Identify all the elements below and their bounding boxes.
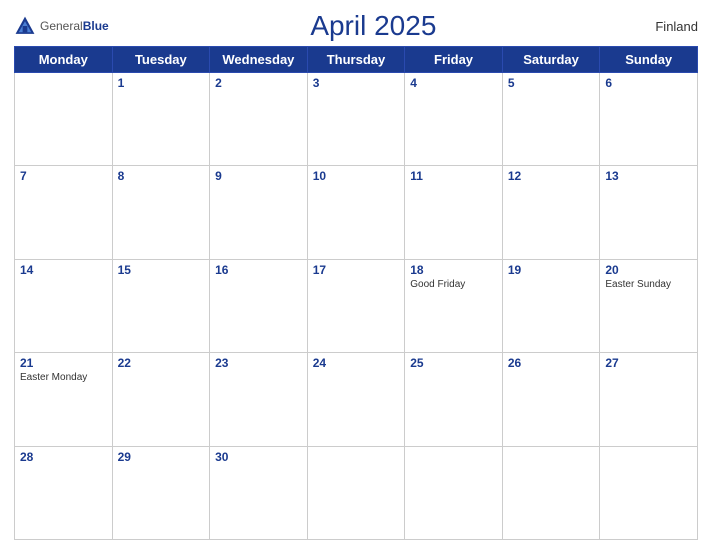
day-number: 8 <box>118 169 205 183</box>
day-cell: 15 <box>112 259 210 352</box>
day-cell: 9 <box>210 166 308 259</box>
day-cell: 1 <box>112 73 210 166</box>
day-cell: 19 <box>502 259 600 352</box>
header-saturday: Saturday <box>502 47 600 73</box>
day-cell: 11 <box>405 166 503 259</box>
day-number: 24 <box>313 356 400 370</box>
day-cell: 4 <box>405 73 503 166</box>
day-cell: 27 <box>600 353 698 446</box>
day-cell: 2 <box>210 73 308 166</box>
day-number: 5 <box>508 76 595 90</box>
day-number: 16 <box>215 263 302 277</box>
day-number: 10 <box>313 169 400 183</box>
calendar-title-area: April 2025 <box>109 10 638 42</box>
day-number: 9 <box>215 169 302 183</box>
day-number: 20 <box>605 263 692 277</box>
day-number: 29 <box>118 450 205 464</box>
day-number: 6 <box>605 76 692 90</box>
day-number: 1 <box>118 76 205 90</box>
logo-text: GeneralBlue <box>40 17 109 35</box>
day-cell: 20 Easter Sunday <box>600 259 698 352</box>
day-cell: 5 <box>502 73 600 166</box>
week-row-3: 14 15 16 17 18 Good Friday 19 20 Easter Sunday <box>15 259 698 352</box>
logo-general: General <box>40 19 83 33</box>
day-cell: 26 <box>502 353 600 446</box>
calendar-body: 123456789101112131415161718Good Friday19… <box>15 73 698 540</box>
day-number: 15 <box>118 263 205 277</box>
day-cell: 16 <box>210 259 308 352</box>
day-cell <box>15 73 113 166</box>
day-number: 4 <box>410 76 497 90</box>
day-cell: 28 <box>15 446 113 539</box>
day-cell <box>405 446 503 539</box>
day-cell: 18 Good Friday <box>405 259 503 352</box>
day-number: 18 <box>410 263 497 277</box>
day-cell <box>600 446 698 539</box>
logo-blue: Blue <box>83 19 109 33</box>
day-cell: 6 <box>600 73 698 166</box>
week-row-1: 123456 <box>15 73 698 166</box>
day-number: 13 <box>605 169 692 183</box>
day-cell: 14 <box>15 259 113 352</box>
week-row-2: 789 10 11 12 13 <box>15 166 698 259</box>
header-monday: Monday <box>15 47 113 73</box>
day-cell: 13 <box>600 166 698 259</box>
header-thursday: Thursday <box>307 47 405 73</box>
calendar-page: GeneralBlue April 2025 Finland Monday Tu… <box>0 0 712 550</box>
day-number: 12 <box>508 169 595 183</box>
week-row-4: 21 Easter Monday 22 23 24 25 26 27 <box>15 353 698 446</box>
day-number: 23 <box>215 356 302 370</box>
calendar-header: Monday Tuesday Wednesday Thursday Friday… <box>15 47 698 73</box>
header-friday: Friday <box>405 47 503 73</box>
day-number: 21 <box>20 356 107 370</box>
header-wednesday: Wednesday <box>210 47 308 73</box>
calendar-title: April 2025 <box>310 10 436 41</box>
country-label: Finland <box>638 19 698 34</box>
day-cell: 21 Easter Monday <box>15 353 113 446</box>
day-cell: 7 <box>15 166 113 259</box>
day-number: 3 <box>313 76 400 90</box>
day-number: 28 <box>20 450 107 464</box>
day-cell: 3 <box>307 73 405 166</box>
day-cell: 23 <box>210 353 308 446</box>
day-cell <box>502 446 600 539</box>
day-cell: 25 <box>405 353 503 446</box>
calendar-table: Monday Tuesday Wednesday Thursday Friday… <box>14 46 698 540</box>
day-number: 17 <box>313 263 400 277</box>
top-bar: GeneralBlue April 2025 Finland <box>14 10 698 42</box>
holiday-label: Good Friday <box>410 279 497 291</box>
day-cell: 30 <box>210 446 308 539</box>
header-tuesday: Tuesday <box>112 47 210 73</box>
day-cell: 17 <box>307 259 405 352</box>
day-cell: 8 <box>112 166 210 259</box>
day-cell: 10 <box>307 166 405 259</box>
day-number: 2 <box>215 76 302 90</box>
day-number: 26 <box>508 356 595 370</box>
holiday-label: Easter Sunday <box>605 279 692 291</box>
holiday-label: Easter Monday <box>20 372 107 384</box>
generalblue-logo-icon <box>14 15 36 37</box>
day-cell: 24 <box>307 353 405 446</box>
day-cell: 22 <box>112 353 210 446</box>
day-number: 25 <box>410 356 497 370</box>
logo: GeneralBlue <box>14 15 109 37</box>
day-number: 11 <box>410 169 497 183</box>
day-cell <box>307 446 405 539</box>
day-number: 7 <box>20 169 107 183</box>
day-cell: 12 <box>502 166 600 259</box>
day-number: 27 <box>605 356 692 370</box>
week-row-5: 28 29 30 <box>15 446 698 539</box>
day-number: 14 <box>20 263 107 277</box>
header-sunday: Sunday <box>600 47 698 73</box>
day-number: 30 <box>215 450 302 464</box>
weekday-header-row: Monday Tuesday Wednesday Thursday Friday… <box>15 47 698 73</box>
day-number: 22 <box>118 356 205 370</box>
day-cell: 29 <box>112 446 210 539</box>
day-number: 19 <box>508 263 595 277</box>
